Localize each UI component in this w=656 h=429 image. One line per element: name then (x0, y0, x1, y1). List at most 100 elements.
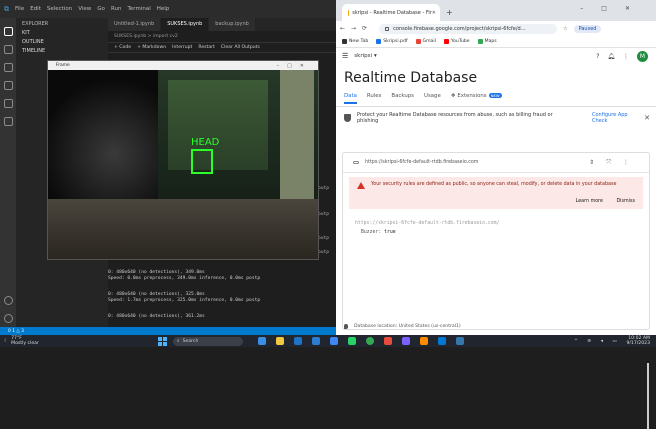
close-icon[interactable]: ✕ (432, 10, 436, 16)
lock-icon (385, 27, 389, 31)
more-icon[interactable]: ⋮ (623, 53, 629, 60)
menu-terminal[interactable]: Terminal (127, 6, 150, 12)
menu-file[interactable]: File (15, 6, 24, 12)
bookmark-skripsi[interactable]: Skripsi.pdf (376, 39, 407, 44)
database-url-bar: https://skripsi-6fcfe-default-rtdb.fireb… (343, 153, 649, 173)
database-tabs: Data Rules Backups Usage ❖ ExtensionsNEW (336, 93, 656, 107)
search-icon[interactable] (4, 45, 13, 54)
extensions-icon[interactable] (4, 99, 13, 108)
vscode-icon[interactable] (438, 337, 446, 345)
testing-icon[interactable] (4, 117, 13, 126)
wall-shape (168, 80, 268, 170)
taskbar-search[interactable]: ⌕ Search (173, 337, 243, 346)
project-selector[interactable]: skripsi (354, 53, 372, 59)
gear-icon[interactable] (4, 314, 13, 323)
vscode-taskbar-icon[interactable] (294, 337, 302, 345)
navigation-icons[interactable]: ←→⟳ (340, 25, 373, 32)
task-view-icon[interactable] (258, 337, 266, 345)
editor-tabs: Untitled-1.ipynb SUKSES.ipynb backup.ipy… (108, 18, 336, 31)
scrollbar[interactable] (647, 363, 649, 429)
tree-root[interactable]: https://skripsi-6fcfe-default-rtdb.fireb… (355, 221, 637, 226)
tab-backup[interactable]: backup.ipynb (209, 18, 255, 31)
bookmark-star-icon[interactable]: ☆ (563, 26, 567, 32)
help-icon[interactable]: ? (596, 53, 599, 60)
system-tray-icons[interactable]: ^ ⊜ ◂ ▭ (574, 339, 621, 344)
database-location: Database location: United States (us-cen… (344, 324, 461, 329)
address-bar[interactable]: console.firebase.google.com/project/skri… (379, 24, 557, 34)
weather-icon: ☾ (4, 339, 8, 344)
menu-selection[interactable]: Selection (47, 6, 72, 12)
interrupt-button[interactable]: Interrupt (172, 45, 192, 50)
data-tree: https://skripsi-6fcfe-default-rtdb.fireb… (343, 209, 649, 247)
menu-view[interactable]: View (78, 6, 91, 12)
node-value[interactable]: true (384, 230, 396, 235)
app-icon[interactable] (402, 337, 410, 345)
store-icon[interactable] (330, 337, 338, 345)
account-icon[interactable] (4, 296, 13, 305)
chrome-taskbar-icon[interactable] (366, 337, 374, 345)
tab-extensions[interactable]: ❖ ExtensionsNEW (451, 93, 502, 102)
whatsapp-icon[interactable] (348, 337, 356, 345)
window-controls-icon[interactable]: –□✕ (277, 63, 312, 69)
file-explorer-icon[interactable] (276, 337, 284, 345)
frame-window[interactable]: Frame –□✕ HEAD (47, 60, 319, 260)
outline-section[interactable]: OUTLINE (16, 36, 108, 45)
youtube-icon (444, 39, 449, 44)
problems-status[interactable]: 0 1 △ 3 (8, 329, 24, 334)
breadcrumb[interactable]: SUKSES.ipynb > import cv2 (114, 34, 178, 39)
maps-icon (478, 39, 483, 44)
chevron-down-icon[interactable]: ▾ (374, 53, 377, 59)
tab-rules[interactable]: Rules (367, 93, 382, 102)
bookmark-youtube[interactable]: YouTube (444, 39, 470, 44)
tab-untitled[interactable]: Untitled-1.ipynb (108, 18, 160, 31)
notification-icon[interactable]: 🔔︎ (607, 53, 615, 60)
bookmark-maps[interactable]: Maps (478, 39, 497, 44)
promo-text: Protect your Realtime Database resources… (357, 112, 557, 124)
panel-action-icons[interactable]: ⇕⤧⋮ (589, 159, 641, 167)
bookmark-gmail[interactable]: Gmail (416, 39, 436, 44)
menu-run[interactable]: Run (111, 6, 122, 12)
clear-outputs-button[interactable]: Clear All Outputs (221, 45, 260, 50)
python-icon[interactable] (456, 337, 464, 345)
new-tab-icon[interactable]: + (446, 8, 453, 17)
windows-start-icon[interactable] (158, 337, 167, 346)
vscode-logo-icon: ⧉ (4, 5, 9, 14)
add-code-button[interactable]: + Code (114, 45, 131, 50)
configure-app-check-link[interactable]: Configure App Check (592, 112, 632, 124)
menu-edit[interactable]: Edit (30, 6, 41, 12)
learn-more-link[interactable]: Learn more (576, 199, 603, 204)
app-icon[interactable] (420, 337, 428, 345)
output-line: Speed: 1.7ms preprocess, 325.0ms inferen… (108, 298, 334, 304)
tab-data[interactable]: Data (344, 93, 357, 104)
restart-button[interactable]: Restart (198, 45, 215, 50)
app-icon[interactable] (384, 337, 392, 345)
chrome-tab[interactable]: skripsi - Realtime Database - Fir ✕ (342, 4, 440, 21)
edge-icon[interactable] (312, 337, 320, 345)
timeline-section[interactable]: TIMELINE (16, 45, 108, 54)
menu-icon[interactable]: ☰ (342, 52, 348, 60)
menu-go[interactable]: Go (97, 6, 105, 12)
frame-titlebar[interactable]: Frame –□✕ (48, 61, 318, 70)
frame-title: Frame (56, 63, 70, 68)
dismiss-button[interactable]: Dismiss (616, 199, 635, 204)
bookmark-new-tab[interactable]: New Tab (342, 39, 368, 44)
tree-node[interactable]: Buzzer: true (355, 230, 637, 235)
avatar[interactable]: M (637, 51, 648, 62)
tab-usage[interactable]: Usage (424, 93, 441, 102)
profile-button[interactable]: Paused (574, 25, 602, 33)
add-markdown-button[interactable]: + Markdown (137, 45, 166, 50)
close-icon[interactable]: ✕ (644, 114, 650, 122)
search-icon: ⌕ (177, 338, 180, 344)
window-controls-icon[interactable]: –□✕ (580, 5, 648, 12)
explorer-section-kit[interactable]: KIT (16, 27, 108, 36)
node-key: Buzzer: (361, 230, 381, 235)
source-control-icon[interactable] (4, 63, 13, 72)
run-debug-icon[interactable] (4, 81, 13, 90)
clock[interactable]: 10:02 AM 9/17/2023 (626, 336, 650, 346)
menu-help[interactable]: Help (157, 6, 170, 12)
tab-sukses[interactable]: SUKSES.ipynb (161, 18, 208, 31)
database-url[interactable]: https://skripsi-6fcfe-default-rtdb.fireb… (365, 160, 478, 165)
tab-backups[interactable]: Backups (391, 93, 414, 102)
weather-widget[interactable]: ☾ 77°F Mostly clear (4, 336, 39, 346)
explorer-icon[interactable] (4, 27, 13, 36)
